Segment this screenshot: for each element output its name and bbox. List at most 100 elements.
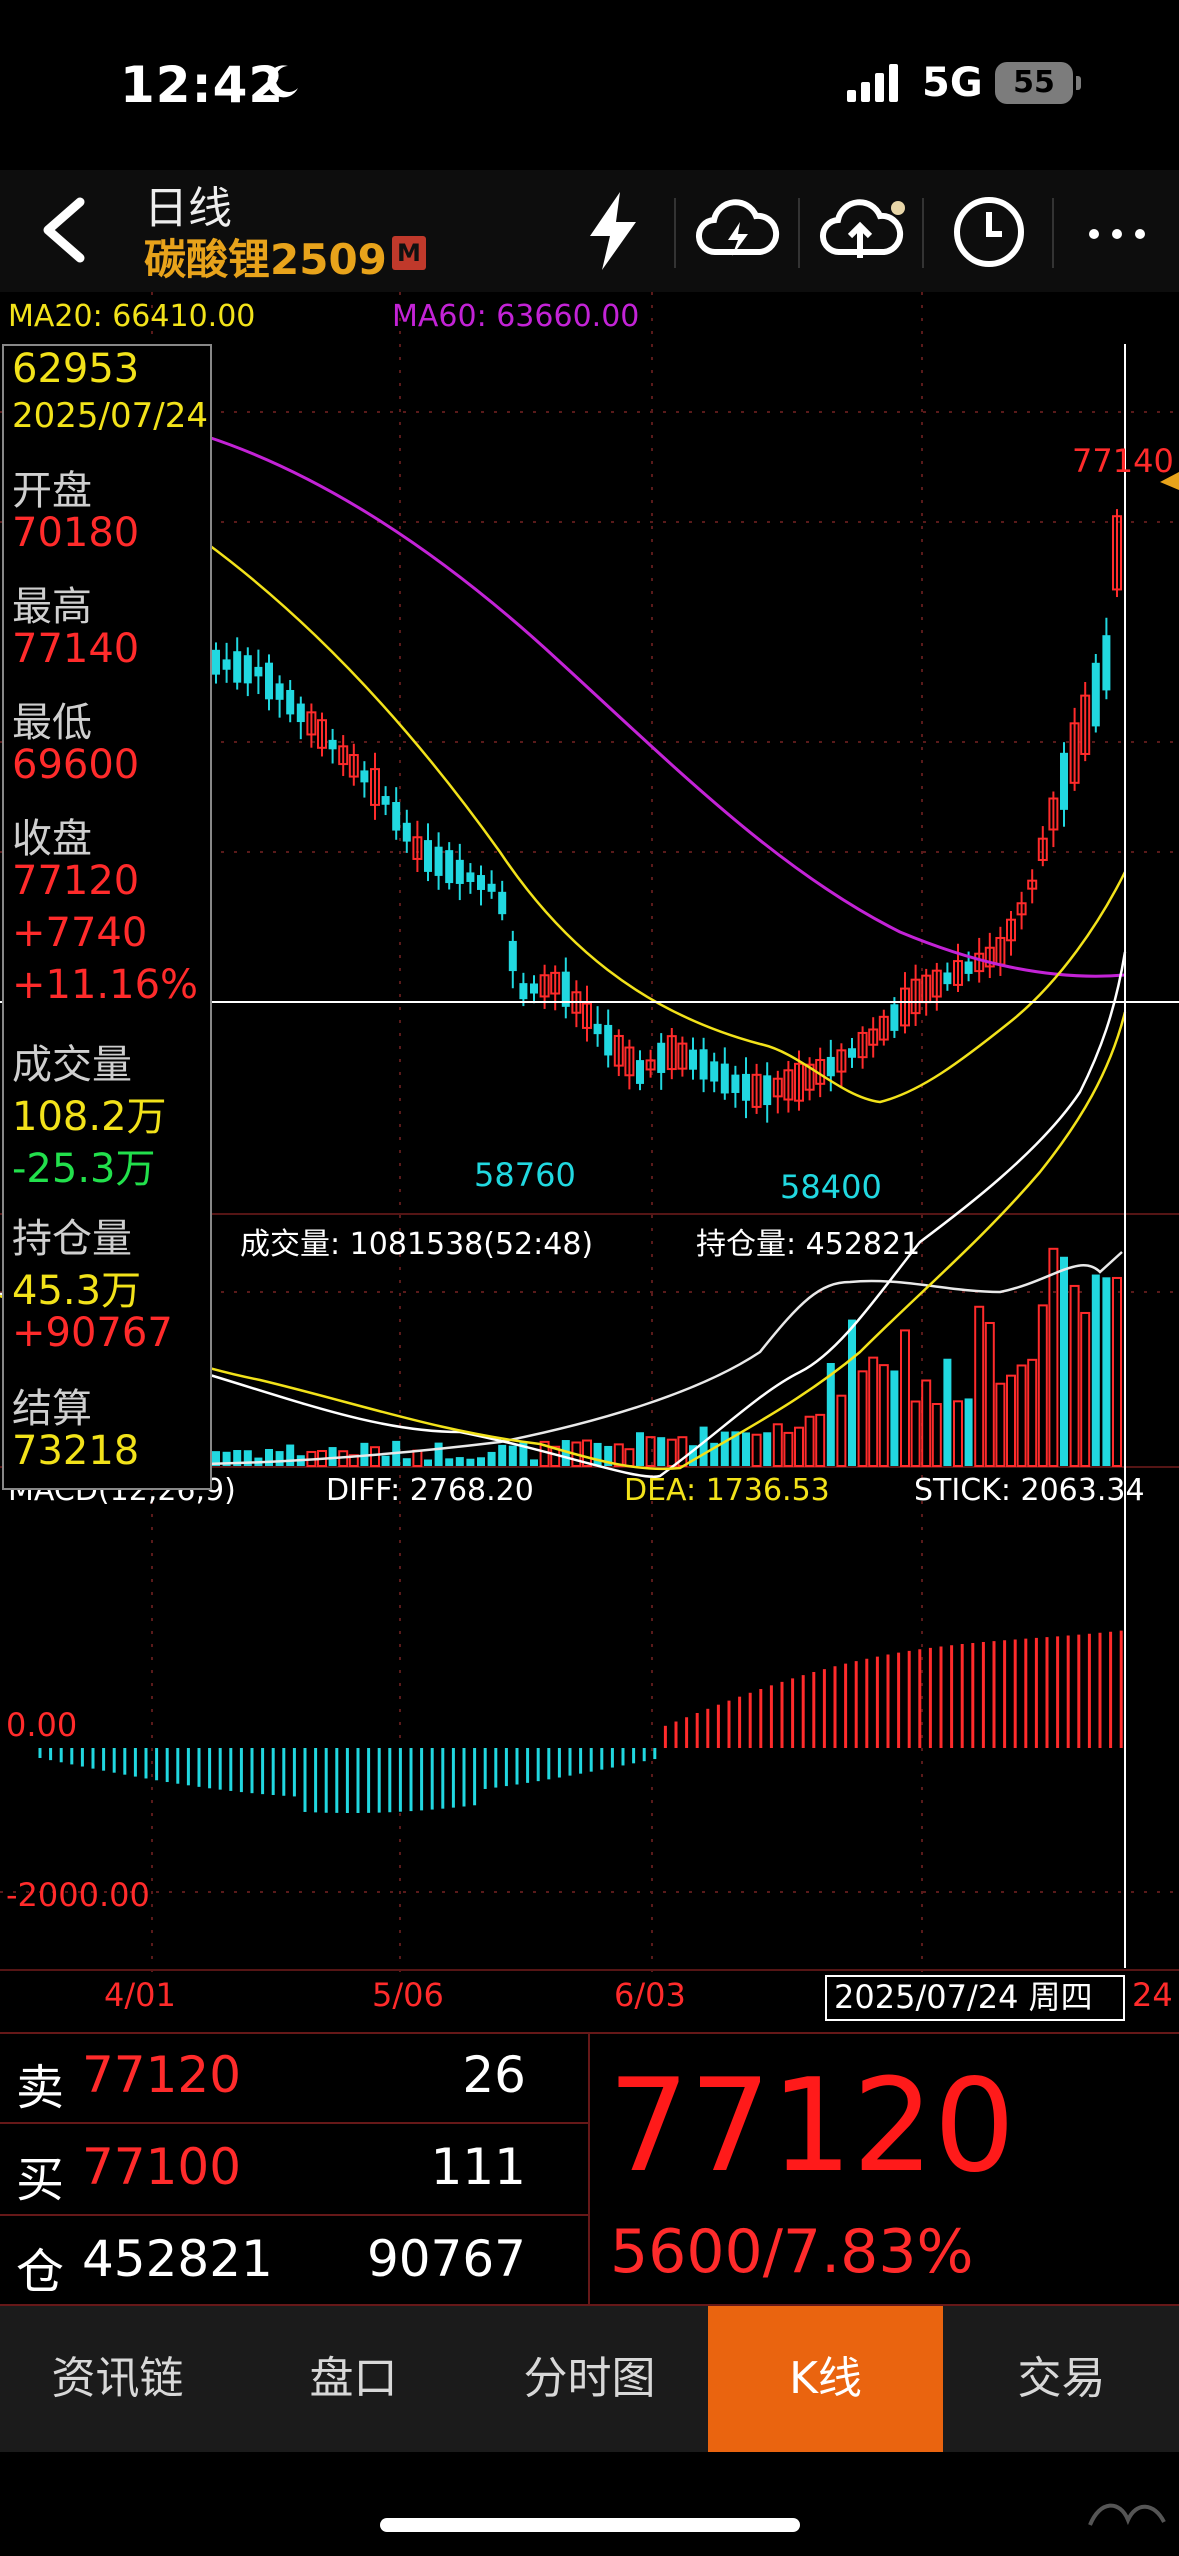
- last-price: 77120: [608, 2052, 1016, 2201]
- low-price-label: 58400: [780, 1168, 882, 1206]
- volume-bar: [921, 1379, 932, 1468]
- header-divider: [1052, 198, 1054, 268]
- volume-bar: [772, 1423, 783, 1467]
- volume-bar: [530, 1459, 538, 1466]
- candle-body: [508, 940, 517, 972]
- volume-bar: [848, 1319, 856, 1466]
- candle-body: [233, 651, 242, 683]
- tab-trade[interactable]: 交易: [944, 2306, 1179, 2452]
- date-tick: 4/01: [104, 1976, 176, 2014]
- divider: [588, 2032, 590, 2306]
- back-arrow-icon[interactable]: [30, 190, 100, 270]
- ask-row[interactable]: 卖 77120 26: [0, 2032, 588, 2122]
- info-low: 69600: [12, 742, 140, 788]
- volume-bar: [783, 1431, 794, 1468]
- volume-bar: [1080, 1311, 1091, 1468]
- candle-body: [445, 850, 454, 884]
- header-divider: [674, 198, 676, 268]
- candle-body: [593, 1023, 602, 1035]
- volume-bar: [508, 1445, 517, 1466]
- volume-bar: [624, 1448, 635, 1467]
- volume-bar: [890, 1370, 899, 1466]
- volume-bar: [742, 1432, 750, 1466]
- volume-bar: [498, 1444, 507, 1466]
- cursor-date: 2025/07/24 周四: [834, 1978, 1093, 2016]
- cloud-upload-icon[interactable]: [816, 186, 906, 276]
- price-change: 5600/7.83%: [610, 2217, 974, 2287]
- candle-body: [286, 689, 295, 715]
- volume-bar: [953, 1400, 963, 1467]
- bid-volume: 111: [430, 2138, 526, 2196]
- candle-body: [964, 961, 973, 974]
- info-volume-label: 成交量: [12, 1042, 132, 1088]
- clock-icon[interactable]: [944, 186, 1034, 276]
- volume-bar: [751, 1433, 762, 1468]
- high-price-label: 77140: [1072, 442, 1174, 480]
- candle-body: [890, 1004, 899, 1031]
- dea-label: DEA: 1736.53: [624, 1473, 830, 1508]
- volume-bar: [720, 1431, 729, 1466]
- info-volume-change: -25.3万: [12, 1146, 156, 1192]
- candle-body: [826, 1056, 835, 1077]
- more-icon[interactable]: [1072, 186, 1162, 276]
- volume-bar: [455, 1457, 464, 1466]
- candle-body: [1102, 635, 1111, 691]
- quote-panel: 卖 77120 26 买 77100 111 仓 452821 90767 77…: [0, 2032, 1179, 2306]
- header-divider: [922, 198, 924, 268]
- info-change: +7740: [12, 910, 148, 956]
- candle-body: [519, 983, 528, 1000]
- volume-bar: [1112, 1276, 1122, 1468]
- volume-bar: [974, 1305, 985, 1468]
- candle-body: [265, 662, 273, 700]
- tab-kline[interactable]: K线: [708, 2306, 943, 2452]
- volume-bar: [1027, 1358, 1038, 1468]
- cloud-sync-icon[interactable]: [692, 186, 782, 276]
- volume-bar: [477, 1457, 485, 1466]
- candle-body: [943, 972, 952, 985]
- macd-neg-label: -2000.00: [6, 1876, 150, 1914]
- volume-bar: [836, 1394, 847, 1467]
- tab-order-book[interactable]: 盘口: [236, 2306, 471, 2452]
- candles: [212, 509, 1122, 1123]
- volume-bar: [636, 1432, 644, 1466]
- tab-intraday[interactable]: 分时图: [472, 2306, 707, 2452]
- lightning-icon[interactable]: [568, 186, 658, 276]
- info-oi-label: 持仓量: [12, 1216, 132, 1262]
- bid-row[interactable]: 买 77100 111: [0, 2124, 588, 2214]
- volume-bar: [804, 1415, 815, 1468]
- volume-label: 成交量: 1081538(52:48): [240, 1227, 593, 1262]
- candle-body: [328, 739, 337, 750]
- candle-body: [477, 875, 485, 890]
- position-row: 仓 452821 90767: [0, 2216, 588, 2306]
- macd-bars: [38, 1630, 1123, 1813]
- bid-price: 77100: [82, 2138, 242, 2196]
- date-tick: 6/03: [614, 1976, 686, 2014]
- info-date: 2025/07/24: [12, 396, 208, 436]
- candle-body: [498, 891, 507, 915]
- volume-bars: [212, 1247, 1122, 1468]
- volume-bar: [1060, 1256, 1068, 1466]
- ask-volume: 26: [462, 2046, 526, 2104]
- candle-body: [424, 840, 432, 872]
- volume-bar: [794, 1426, 804, 1468]
- volume-bar: [370, 1446, 380, 1468]
- info-oi: 45.3万: [12, 1268, 142, 1314]
- home-indicator[interactable]: [380, 2518, 800, 2532]
- candle-body: [212, 649, 220, 675]
- date-tick: 24: [1132, 1976, 1173, 2014]
- candle-body: [720, 1063, 729, 1094]
- volume-bar: [666, 1438, 677, 1468]
- date-tick: 5/06: [372, 1976, 444, 2014]
- open-interest-label: 持仓量: 452821: [696, 1227, 920, 1262]
- position-label: 仓: [16, 2244, 65, 2300]
- symbol-title[interactable]: 碳酸锂2509: [144, 226, 387, 287]
- candle-body: [434, 846, 443, 876]
- volume-bar: [943, 1358, 952, 1466]
- candle-body: [604, 1024, 613, 1056]
- volume-bar: [763, 1432, 772, 1466]
- volume-bar: [1102, 1277, 1111, 1466]
- volume-bar: [984, 1321, 995, 1468]
- tab-news-chain[interactable]: 资讯链: [0, 2306, 235, 2452]
- volume-bar: [593, 1442, 602, 1466]
- info-high: 77140: [12, 626, 140, 672]
